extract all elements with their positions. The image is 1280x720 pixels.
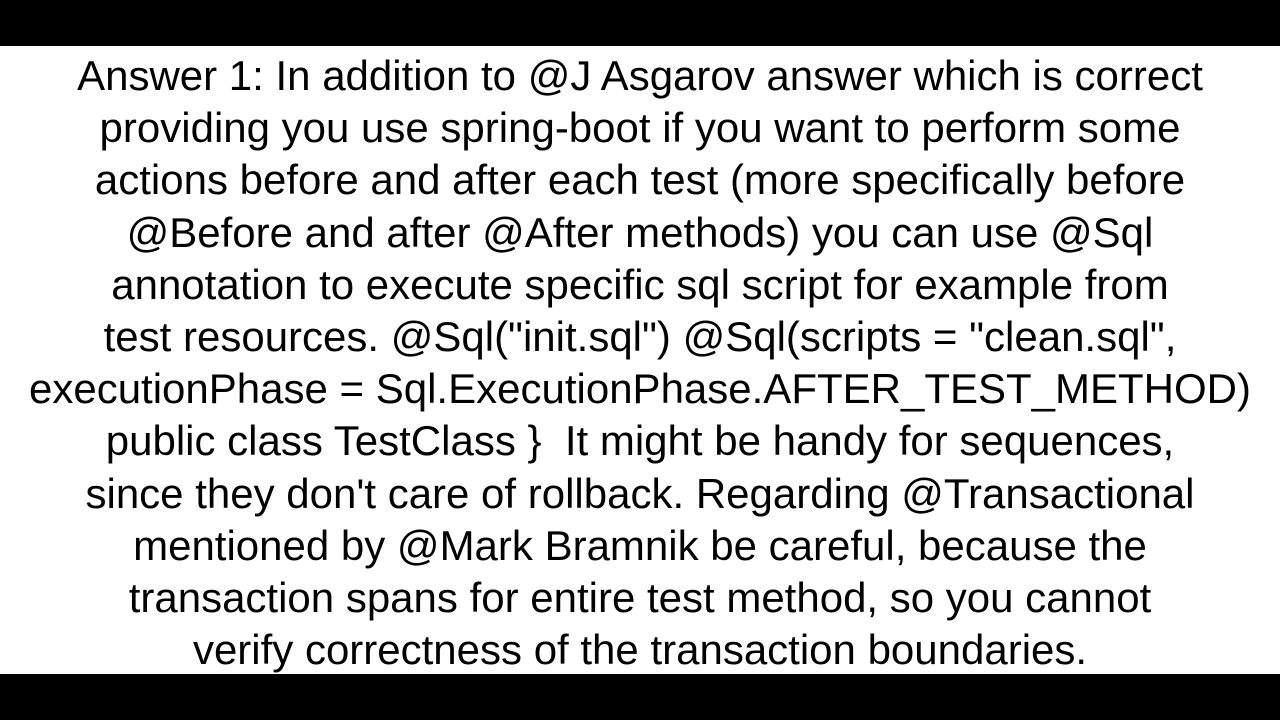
answer-line: providing you use spring-boot if you wan… (99, 104, 1181, 152)
answer-line: transaction spans for entire test method… (128, 573, 1152, 621)
answer-line: annotation to execute specific sql scrip… (111, 260, 1169, 308)
answer-text-panel: Answer 1: In addition to @J Asgarov answ… (0, 46, 1280, 674)
top-letterbox-bar (0, 0, 1280, 46)
answer-line: executionPhase = Sql.ExecutionPhase.AFTE… (28, 365, 1252, 413)
answer-line: test resources. @Sql("init.sql") @Sql(sc… (103, 312, 1177, 360)
bottom-letterbox-bar (0, 674, 1280, 720)
answer-line: mentioned by @Mark Bramnik be careful, b… (133, 521, 1147, 569)
answer-line: actions before and after each test (more… (94, 156, 1186, 204)
answer-line: public class TestClass } It might be han… (105, 417, 1175, 465)
video-frame: Answer 1: In addition to @J Asgarov answ… (0, 0, 1280, 720)
answer-line: Answer 1: In addition to @J Asgarov answ… (77, 52, 1203, 99)
answer-text: Answer 1: In addition to @J Asgarov answ… (0, 50, 1280, 674)
answer-line: @Before and after @After methods) you ca… (126, 208, 1154, 256)
answer-line: since they don't care of rollback. Regar… (85, 469, 1195, 517)
answer-line: verify correctness of the transaction bo… (192, 626, 1088, 674)
